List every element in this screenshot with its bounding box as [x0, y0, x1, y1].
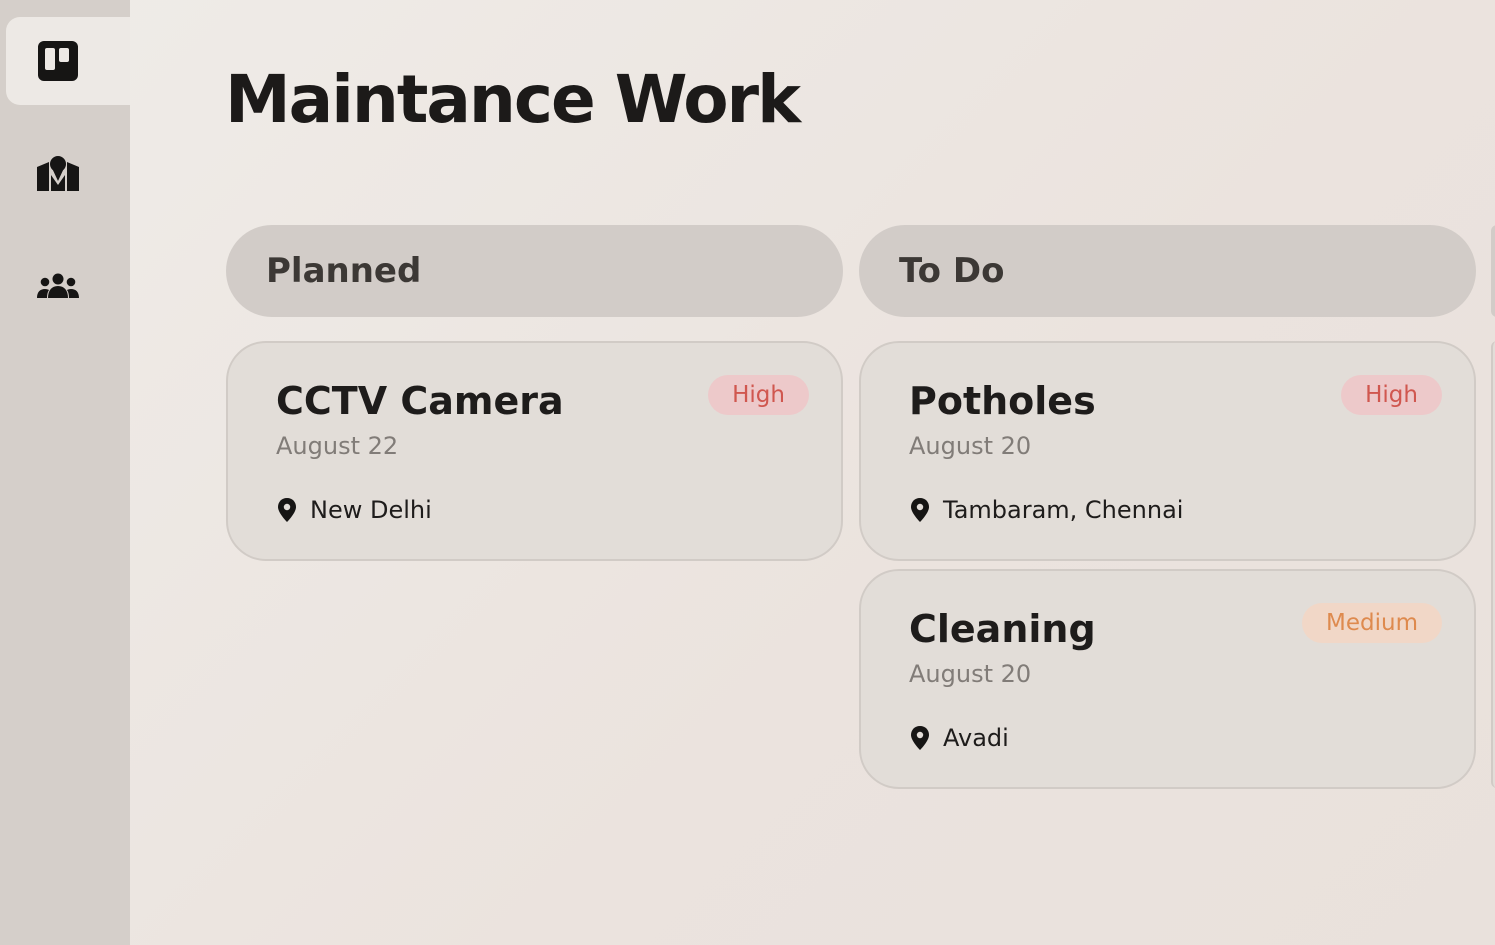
page-title: Maintance Work — [225, 61, 801, 138]
task-date: August 20 — [909, 432, 1032, 460]
column-header-planned: Planned — [226, 225, 843, 317]
location-pin-icon — [911, 726, 929, 750]
task-date: August 20 — [909, 660, 1032, 688]
location-pin-icon — [278, 498, 296, 522]
task-title: Potholes — [909, 379, 1096, 423]
column-header-todo: To Do — [859, 225, 1476, 317]
priority-badge: Medium — [1302, 603, 1442, 643]
board-icon — [38, 41, 78, 81]
column-title: Planned — [266, 251, 422, 291]
task-card[interactable]: Cleaning August 20 Avadi Medium — [859, 569, 1476, 789]
task-location: Tambaram, Chennai — [909, 496, 1183, 524]
task-title: CCTV Camera — [276, 379, 564, 423]
task-location-label: Tambaram, Chennai — [943, 496, 1184, 524]
task-card[interactable]: Potholes August 20 Tambaram, Chennai Hig… — [859, 341, 1476, 561]
sidebar-item-team[interactable] — [6, 242, 130, 330]
priority-badge: High — [1341, 375, 1442, 415]
users-icon — [37, 273, 79, 298]
column-next-cards — [1491, 341, 1495, 788]
column-title: To Do — [899, 251, 1005, 291]
task-date: August 22 — [276, 432, 399, 460]
priority-badge: High — [708, 375, 809, 415]
task-title: Cleaning — [909, 607, 1096, 651]
location-pin-icon — [911, 498, 929, 522]
task-location: New Delhi — [276, 496, 432, 524]
column-header-next — [1491, 225, 1495, 317]
sidebar — [0, 0, 130, 945]
sidebar-item-map[interactable] — [6, 130, 130, 218]
sidebar-item-board[interactable] — [6, 17, 130, 105]
task-location-label: New Delhi — [310, 496, 432, 524]
task-location-label: Avadi — [943, 724, 1009, 752]
task-card[interactable]: CCTV Camera August 22 New Delhi High — [226, 341, 843, 561]
app-root: Maintance Work Planned CCTV Camera Augus… — [0, 0, 1495, 945]
task-location: Avadi — [909, 724, 1009, 752]
map-pin-icon — [37, 156, 79, 191]
